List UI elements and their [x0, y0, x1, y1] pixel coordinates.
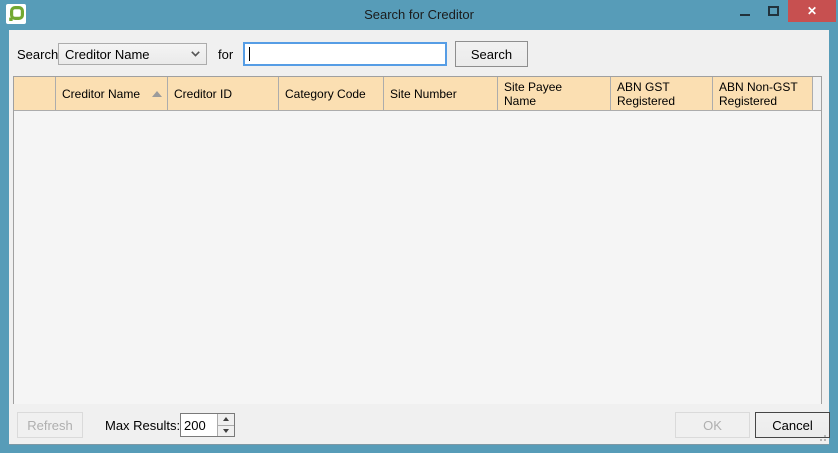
resize-grip[interactable] — [814, 429, 827, 442]
window-title: Search for Creditor — [0, 7, 838, 22]
column-header-abn-non-gst-registered[interactable]: ABN Non-GST Registered — [713, 77, 813, 110]
column-label: Creditor Name — [62, 87, 140, 101]
column-header-site-payee-name[interactable]: Site Payee Name — [498, 77, 611, 110]
refresh-button[interactable]: Refresh — [17, 412, 83, 438]
column-header-row-selector[interactable] — [14, 77, 56, 110]
grid-header: Creditor Name Creditor ID Category Code Sit… — [14, 77, 821, 111]
spinner-up-icon — [223, 417, 229, 421]
minimize-icon — [740, 14, 750, 16]
column-header-creditor-id[interactable]: Creditor ID — [168, 77, 279, 110]
spinner-up-button[interactable] — [218, 414, 234, 425]
column-header-abn-gst-registered[interactable]: ABN GST Registered — [611, 77, 713, 110]
spinner-buttons — [217, 414, 234, 436]
max-results-value-wrap — [181, 414, 217, 436]
dialog-content: Search Creditor Name for Search Creditor… — [9, 30, 829, 445]
spinner-down-button[interactable] — [218, 425, 234, 437]
max-results-input[interactable] — [181, 414, 217, 436]
search-button[interactable]: Search — [455, 41, 528, 67]
column-label: Site Number — [390, 87, 457, 101]
column-label: Site Payee Name — [504, 80, 562, 108]
max-results-label: Max Results: — [105, 418, 180, 433]
column-header-creditor-name[interactable]: Creditor Name — [56, 77, 168, 110]
search-field-selected-value: Creditor Name — [65, 47, 150, 62]
spinner-down-icon — [223, 429, 229, 433]
title-bar[interactable]: Search for Creditor ✕ — [0, 0, 838, 30]
column-label: ABN GST Registered — [617, 80, 675, 108]
caption-buttons: ✕ — [730, 0, 836, 22]
search-input-wrap — [243, 42, 447, 66]
minimize-button[interactable] — [730, 0, 759, 22]
text-caret — [249, 47, 250, 61]
results-grid: Creditor Name Creditor ID Category Code Sit… — [13, 76, 822, 404]
grid-body — [14, 111, 821, 404]
search-input[interactable] — [245, 44, 445, 64]
close-icon: ✕ — [807, 5, 817, 17]
ok-button[interactable]: OK — [675, 412, 750, 438]
close-button[interactable]: ✕ — [788, 0, 836, 22]
column-header-category-code[interactable]: Category Code — [279, 77, 384, 110]
maximize-icon — [768, 6, 779, 16]
maximize-button[interactable] — [759, 0, 788, 22]
column-label: Category Code — [285, 87, 366, 101]
max-results-spinner — [180, 413, 235, 437]
column-label: Creditor ID — [174, 87, 232, 101]
search-label: Search — [17, 47, 58, 62]
search-field-dropdown[interactable]: Creditor Name — [58, 43, 207, 65]
column-header-site-number[interactable]: Site Number — [384, 77, 498, 110]
dialog-window: Search for Creditor ✕ Search Creditor Na… — [0, 0, 838, 453]
chevron-down-icon — [191, 51, 200, 57]
sort-ascending-icon — [152, 91, 162, 97]
for-label: for — [218, 47, 233, 62]
column-label: ABN Non-GST Registered — [719, 80, 798, 108]
